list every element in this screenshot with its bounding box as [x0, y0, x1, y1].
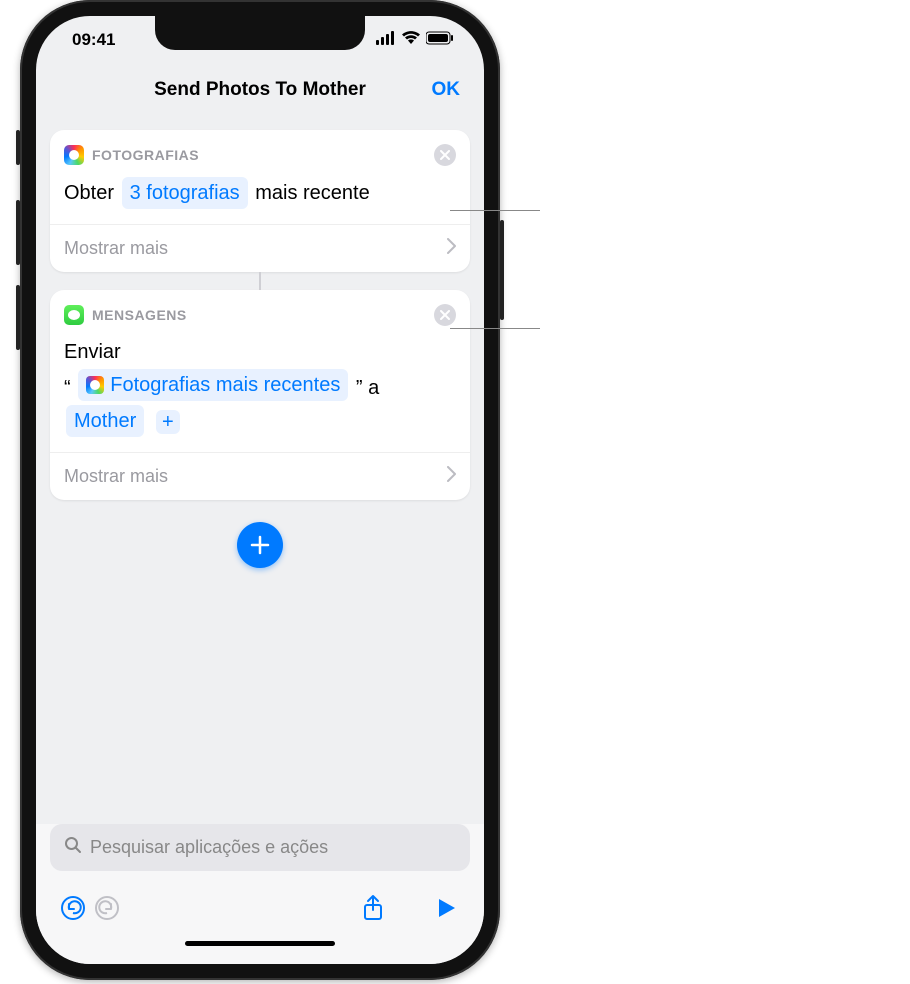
nav-header: Send Photos To Mother OK [36, 64, 484, 116]
shortcut-editor: FOTOGRAFIAS Obter 3 fotografias mais rec… [36, 116, 484, 834]
action-app-label: MENSAGENS [92, 307, 187, 323]
action-connector [259, 272, 261, 290]
silence-switch [16, 130, 20, 165]
add-action-button[interactable] [237, 522, 283, 568]
messages-app-icon [64, 305, 84, 325]
cellular-icon [376, 30, 396, 50]
action-summary: Obter 3 fotografias mais recente [50, 166, 470, 224]
delete-action-button[interactable] [434, 304, 456, 326]
bottom-panel: Pesquisar aplicações e ações [36, 824, 484, 964]
quote-text: ” [356, 377, 363, 399]
photos-app-icon [86, 376, 104, 394]
page-title: Send Photos To Mother [154, 79, 366, 101]
parameter-count[interactable]: 3 fotografias [122, 177, 248, 209]
action-text: mais recente [255, 182, 370, 204]
battery-icon [426, 30, 454, 50]
callout-line [450, 210, 540, 211]
parameter-content[interactable]: Fotografias mais recentes [78, 369, 348, 401]
chevron-right-icon [447, 238, 456, 259]
chevron-right-icon [447, 466, 456, 487]
done-button[interactable]: OK [432, 79, 461, 101]
add-recipient-button[interactable]: + [156, 410, 180, 434]
search-input[interactable]: Pesquisar aplicações e ações [50, 824, 470, 871]
toolbar [50, 885, 470, 931]
photos-app-icon [64, 145, 84, 165]
volume-up-button [16, 200, 20, 265]
show-more-label: Mostrar mais [64, 466, 168, 487]
parameter-label: Fotografias mais recentes [110, 369, 340, 401]
show-more-label: Mostrar mais [64, 238, 168, 259]
callout-line [450, 328, 540, 329]
action-text: Enviar [64, 341, 121, 363]
search-placeholder: Pesquisar aplicações e ações [90, 837, 328, 858]
action-app-label: FOTOGRAFIAS [92, 147, 199, 163]
wifi-icon [402, 30, 420, 50]
side-button [500, 220, 504, 320]
action-card-messages: MENSAGENS Enviar “ Fotografias mais rece… [50, 290, 470, 500]
delete-action-button[interactable] [434, 144, 456, 166]
home-indicator[interactable] [185, 941, 335, 946]
undo-button[interactable] [56, 891, 90, 925]
quote-text: “ [64, 377, 71, 399]
show-more-button[interactable]: Mostrar mais [50, 224, 470, 272]
action-summary: Enviar “ Fotografias mais recentes ” a M… [50, 326, 470, 452]
share-button[interactable] [356, 891, 390, 925]
search-icon [64, 836, 82, 859]
parameter-recipient[interactable]: Mother [66, 405, 144, 437]
clock: 09:41 [72, 30, 115, 50]
notch [155, 16, 365, 50]
volume-down-button [16, 285, 20, 350]
action-text: a [368, 377, 379, 399]
action-card-photos: FOTOGRAFIAS Obter 3 fotografias mais rec… [50, 130, 470, 272]
run-button[interactable] [430, 891, 464, 925]
screen: 09:41 Send Photos To Mother OK [36, 16, 484, 964]
action-text: Obter [64, 182, 114, 204]
redo-button [90, 891, 124, 925]
show-more-button[interactable]: Mostrar mais [50, 452, 470, 500]
phone-frame: 09:41 Send Photos To Mother OK [20, 0, 500, 980]
